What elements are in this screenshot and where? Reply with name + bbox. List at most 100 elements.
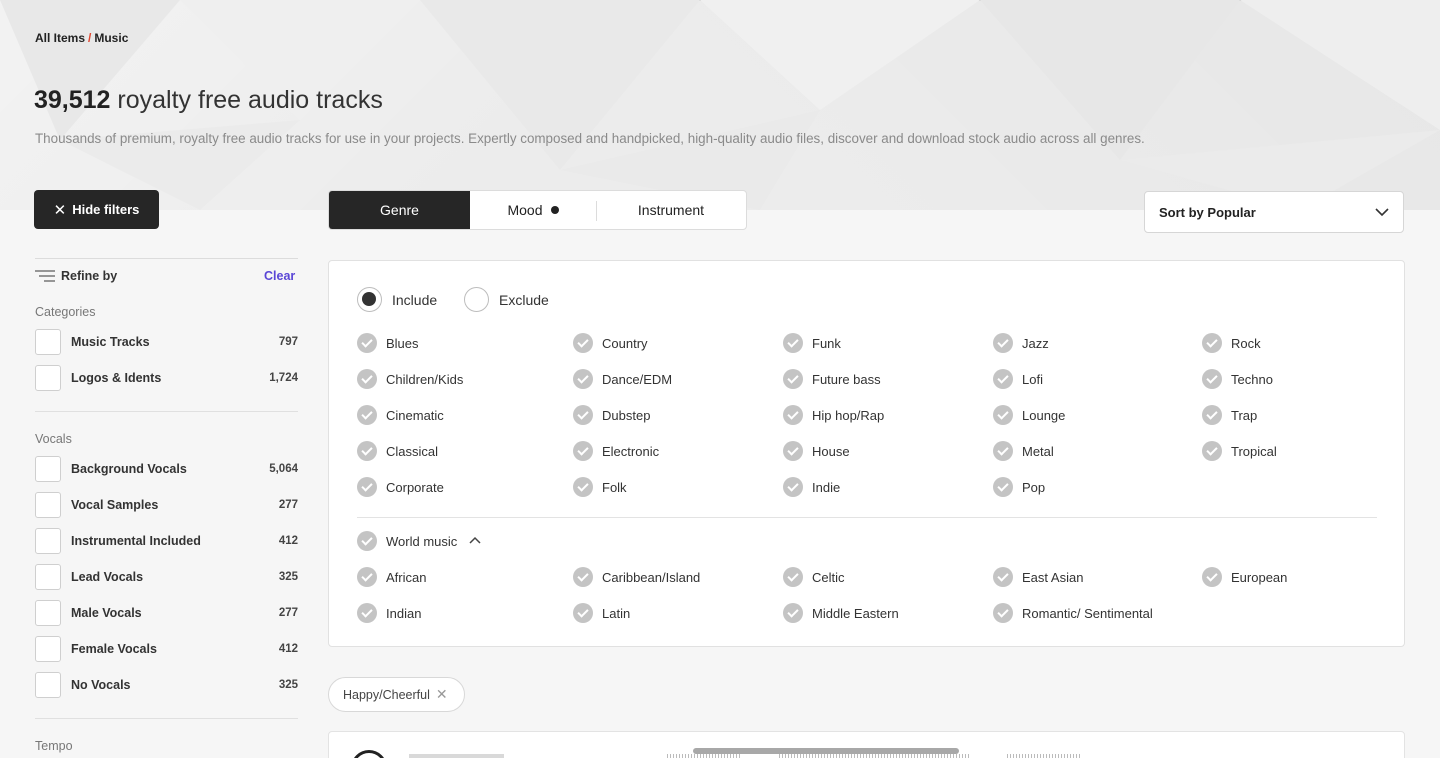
check-circle-icon <box>1202 567 1222 587</box>
genre-option[interactable]: Country <box>573 333 648 353</box>
breadcrumb-separator: / <box>88 31 92 45</box>
genre-option[interactable]: Dance/EDM <box>573 369 672 389</box>
genre-option[interactable]: Folk <box>573 477 627 497</box>
refine-by-label: Refine by <box>61 269 118 283</box>
check-circle-icon <box>783 603 803 623</box>
radio-selected[interactable] <box>357 287 382 312</box>
world-genre-option[interactable]: African <box>357 567 426 587</box>
checkbox[interactable] <box>35 365 61 391</box>
filter-option-count: 277 <box>278 607 298 619</box>
check-circle-icon <box>357 333 377 353</box>
checkbox[interactable] <box>35 492 61 518</box>
world-genre-option[interactable]: Caribbean/Island <box>573 567 700 587</box>
active-filter-indicator <box>550 206 559 214</box>
genre-option[interactable]: Jazz <box>993 333 1049 353</box>
check-circle-icon <box>357 603 377 623</box>
checkbox[interactable] <box>35 672 61 698</box>
waveform <box>779 754 969 758</box>
filter-option[interactable]: Lead Vocals 325 <box>35 564 298 590</box>
exclude-label: Exclude <box>499 291 549 308</box>
sidebar-divider <box>35 411 298 412</box>
tab-instrument[interactable]: Instrument <box>596 191 746 229</box>
filter-option[interactable]: No Vocals 325 <box>35 672 298 698</box>
tab-genre[interactable]: Genre <box>329 191 470 229</box>
checkbox[interactable] <box>35 528 61 554</box>
filter-option[interactable]: Male Vocals 277 <box>35 600 298 626</box>
genre-option[interactable]: Dubstep <box>573 405 650 425</box>
genre-option[interactable]: Lofi <box>993 369 1043 389</box>
waveform <box>667 754 742 758</box>
filter-option-count: 797 <box>278 336 298 348</box>
world-genre-option[interactable]: Romantic/ Sentimental <box>993 603 1153 623</box>
genre-option[interactable]: Pop <box>993 477 1045 497</box>
filter-lines-icon <box>35 270 55 282</box>
genre-option[interactable]: Electronic <box>573 441 659 461</box>
world-genre-option[interactable]: Latin <box>573 603 630 623</box>
world-genre-option[interactable]: Celtic <box>783 567 845 587</box>
check-circle-icon <box>357 369 377 389</box>
horizontal-scrollbar[interactable] <box>693 748 959 754</box>
world-genre-option[interactable]: East Asian <box>993 567 1083 587</box>
genre-option[interactable]: House <box>783 441 850 461</box>
chevron-up-icon[interactable] <box>469 535 481 547</box>
genre-label: Country <box>602 335 648 351</box>
genre-option-world-music[interactable]: World music <box>357 531 481 551</box>
genre-option[interactable]: Classical <box>357 441 438 461</box>
filter-option[interactable]: Background Vocals 5,064 <box>35 456 298 482</box>
checkbox[interactable] <box>35 329 61 355</box>
include-radio[interactable]: Include <box>357 287 437 312</box>
genre-option[interactable]: Children/Kids <box>357 369 463 389</box>
checkbox[interactable] <box>35 636 61 662</box>
close-icon[interactable]: ✕ <box>436 686 448 703</box>
genre-option[interactable]: Trap <box>1202 405 1257 425</box>
filter-option[interactable]: Instrumental Included 412 <box>35 528 298 554</box>
genre-option[interactable]: Corporate <box>357 477 444 497</box>
genre-option[interactable]: Techno <box>1202 369 1273 389</box>
check-circle-icon <box>993 567 1013 587</box>
filter-option[interactable]: Logos & Idents 1,724 <box>35 365 298 391</box>
genre-option[interactable]: Metal <box>993 441 1054 461</box>
genre-label: Dance/EDM <box>602 371 673 387</box>
world-genre-option[interactable]: Middle Eastern <box>783 603 899 623</box>
genre-label: Trap <box>1231 407 1258 423</box>
sort-select[interactable]: Sort by Popular <box>1144 191 1404 233</box>
check-circle-icon <box>1202 369 1222 389</box>
genre-label: Rock <box>1231 335 1261 351</box>
filter-option[interactable]: Female Vocals 412 <box>35 636 298 662</box>
clear-filters-link[interactable]: Clear <box>264 269 295 283</box>
genre-option[interactable]: Tropical <box>1202 441 1277 461</box>
check-circle-icon <box>1202 441 1222 461</box>
tab-genre-label: Genre <box>380 202 419 218</box>
hide-filters-button[interactable]: ✕ Hide filters <box>34 190 159 229</box>
radio-unselected[interactable] <box>464 287 489 312</box>
genre-label: Indie <box>812 479 841 495</box>
filter-option[interactable]: Vocal Samples 277 <box>35 492 298 518</box>
track-title-placeholder <box>409 754 504 758</box>
genre-option[interactable]: Future bass <box>783 369 881 389</box>
genre-label: Latin <box>602 605 631 621</box>
world-genre-option[interactable]: Indian <box>357 603 421 623</box>
active-filter-chip[interactable]: Happy/Cheerful ✕ <box>328 677 465 712</box>
exclude-radio[interactable]: Exclude <box>464 287 549 312</box>
genre-option[interactable]: Lounge <box>993 405 1065 425</box>
genre-option[interactable]: Rock <box>1202 333 1261 353</box>
sidebar-divider <box>35 718 298 719</box>
genre-option[interactable]: Blues <box>357 333 419 353</box>
genre-label: Folk <box>602 479 627 495</box>
checkbox[interactable] <box>35 564 61 590</box>
breadcrumb-root[interactable]: All Items <box>35 31 85 45</box>
checkbox[interactable] <box>35 456 61 482</box>
check-circle-icon <box>1202 333 1222 353</box>
genre-option[interactable]: Funk <box>783 333 841 353</box>
breadcrumb-current[interactable]: Music <box>94 31 128 45</box>
genre-option[interactable]: Indie <box>783 477 840 497</box>
genre-option[interactable]: Cinematic <box>357 405 444 425</box>
check-circle-icon <box>783 405 803 425</box>
page-subtitle: Thousands of premium, royalty free audio… <box>35 131 1145 146</box>
genre-option[interactable]: Hip hop/Rap <box>783 405 884 425</box>
tab-mood[interactable]: Mood <box>470 191 596 229</box>
check-circle-icon <box>573 405 593 425</box>
checkbox[interactable] <box>35 600 61 626</box>
filter-option[interactable]: Music Tracks 797 <box>35 329 298 355</box>
world-genre-option[interactable]: European <box>1202 567 1287 587</box>
